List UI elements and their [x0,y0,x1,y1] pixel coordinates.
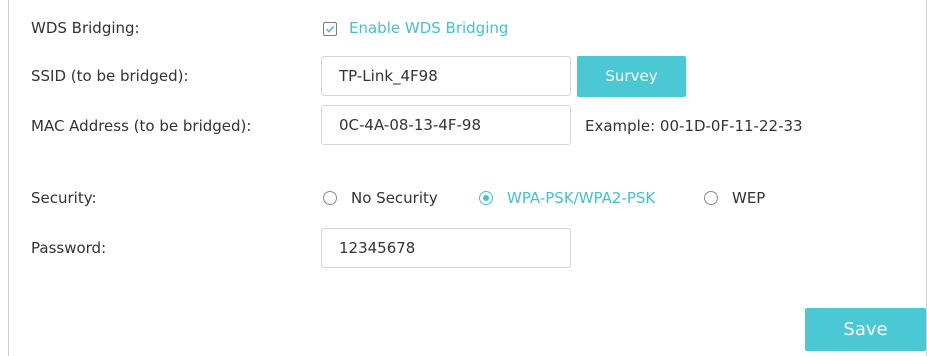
mac-example-hint: Example: 00-1D-0F-11-22-33 [585,117,803,135]
wpa-psk-label[interactable]: WPA-PSK/WPA2-PSK [507,188,655,208]
ssid-label: SSID (to be bridged): [31,67,189,85]
radio-wep[interactable] [704,191,718,205]
ssid-input[interactable]: TP-Link_4F98 [321,56,571,96]
wds-bridging-label: WDS Bridging: [31,19,140,37]
wep-label[interactable]: WEP [732,188,765,208]
wds-settings-panel: WDS Bridging: Enable WDS Bridging SSID (… [8,0,927,356]
password-label: Password: [31,239,107,257]
password-input[interactable]: 12345678 [321,228,571,268]
mac-address-label: MAC Address (to be bridged): [31,117,252,135]
survey-button[interactable]: Survey [577,56,686,97]
checkmark-icon [325,25,335,33]
enable-wds-label[interactable]: Enable WDS Bridging [349,18,508,38]
security-label: Security: [31,189,97,207]
mac-address-input[interactable]: 0C-4A-08-13-4F-98 [321,105,571,145]
radio-wpa-psk[interactable] [479,191,493,205]
no-security-label[interactable]: No Security [351,188,438,208]
radio-no-security[interactable] [323,191,337,205]
enable-wds-checkbox[interactable] [323,22,337,36]
save-button[interactable]: Save [805,308,926,351]
